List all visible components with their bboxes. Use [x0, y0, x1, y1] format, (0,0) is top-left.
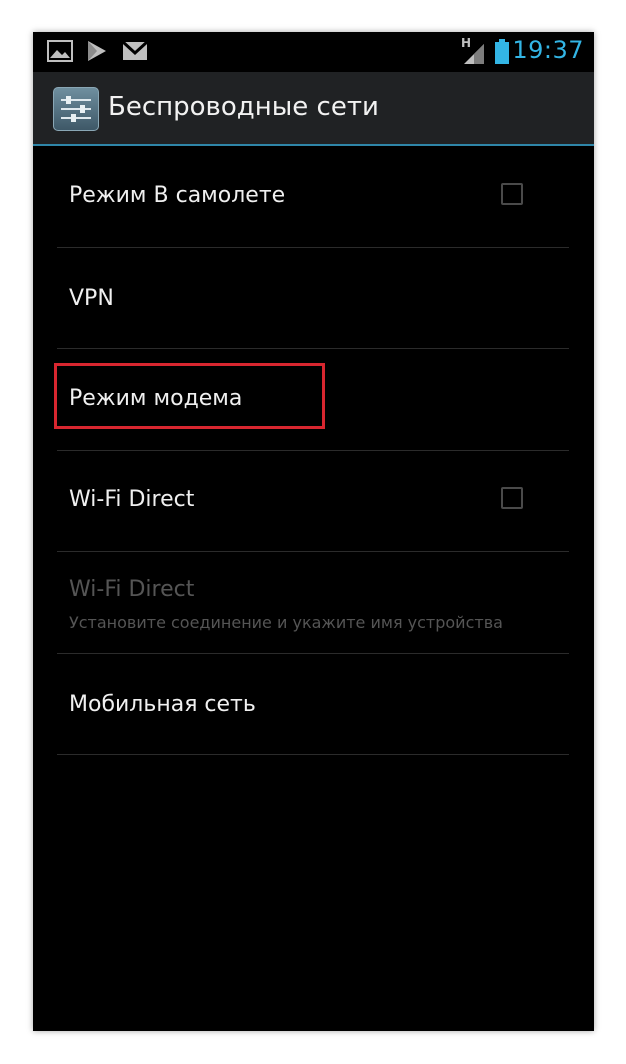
picture-icon [47, 40, 73, 66]
status-bar: H 19:37 [33, 32, 594, 72]
item-label: Wi-Fi Direct [69, 487, 195, 512]
list-item-vpn[interactable]: VPN [57, 247, 569, 349]
play-store-icon [85, 40, 109, 66]
action-bar: Беспроводные сети [33, 72, 594, 146]
list-item-wifi-direct-settings: Wi-Fi Direct Установите соединение и ука… [57, 551, 569, 654]
item-label: Мобильная сеть [69, 692, 256, 717]
wifi-direct-checkbox[interactable] [501, 487, 523, 509]
list-item-airplane-mode[interactable]: Режим В самолете [57, 146, 569, 248]
airplane-mode-checkbox[interactable] [501, 183, 523, 205]
item-subtitle: Установите соединение и укажите имя устр… [69, 613, 503, 632]
clock: 19:37 [512, 36, 584, 64]
battery-icon [494, 39, 510, 69]
highlight-frame [54, 363, 325, 429]
list-item-mobile-network[interactable]: Мобильная сеть [57, 653, 569, 755]
item-label: Режим В самолете [69, 183, 286, 208]
settings-sliders-icon[interactable] [53, 87, 99, 131]
item-label: VPN [69, 286, 114, 311]
gmail-icon [121, 40, 149, 66]
phone-screen: H 19:37 Беспроводные сети Режим В самоле… [33, 32, 594, 1031]
item-label: Wi-Fi Direct [69, 577, 195, 602]
page-title: Беспроводные сети [108, 92, 379, 122]
list-item-wifi-direct[interactable]: Wi-Fi Direct [57, 450, 569, 552]
